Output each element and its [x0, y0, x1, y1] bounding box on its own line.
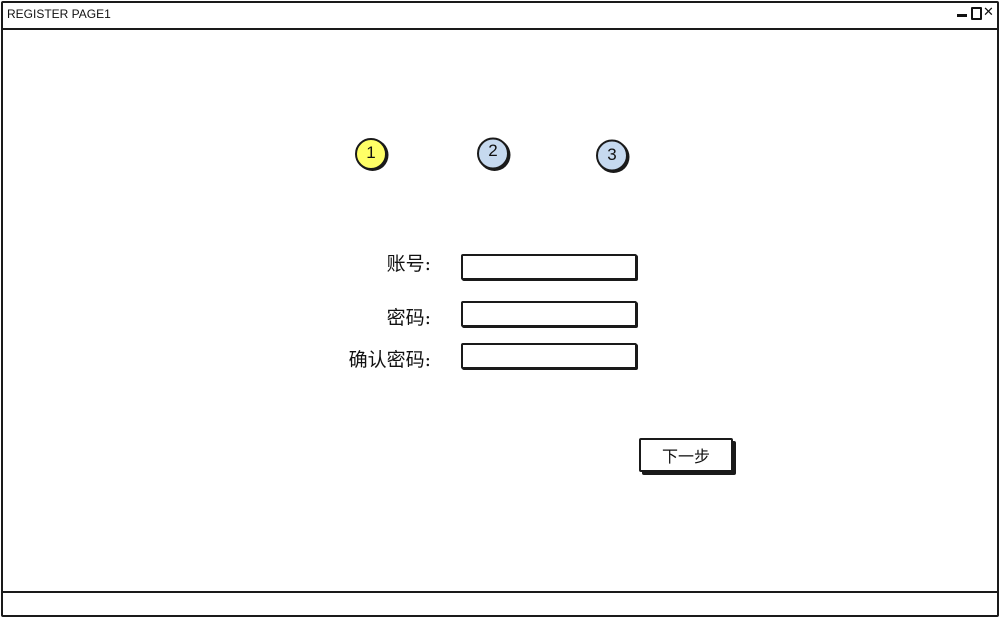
password-label: 密码: [386, 307, 431, 329]
step-1-number: 1 [366, 143, 376, 162]
account-input[interactable] [461, 254, 637, 280]
status-bar [3, 591, 997, 615]
confirm-password-label: 确认密码: [348, 349, 431, 371]
next-step-button[interactable]: 下一步 [639, 438, 733, 472]
account-label: 账号: [386, 253, 431, 275]
step-2: 2 [475, 135, 511, 171]
step-3: 3 [594, 137, 630, 173]
password-input[interactable] [461, 301, 637, 327]
step-3-number: 3 [607, 145, 617, 164]
step-1: 1 [353, 135, 389, 171]
step-2-number: 2 [488, 141, 498, 160]
confirm-password-input[interactable] [461, 343, 637, 369]
register-window: REGISTER PAGE1 ✕ 1 2 3 账号: 密码: 确认密码: 下一步 [1, 1, 999, 617]
